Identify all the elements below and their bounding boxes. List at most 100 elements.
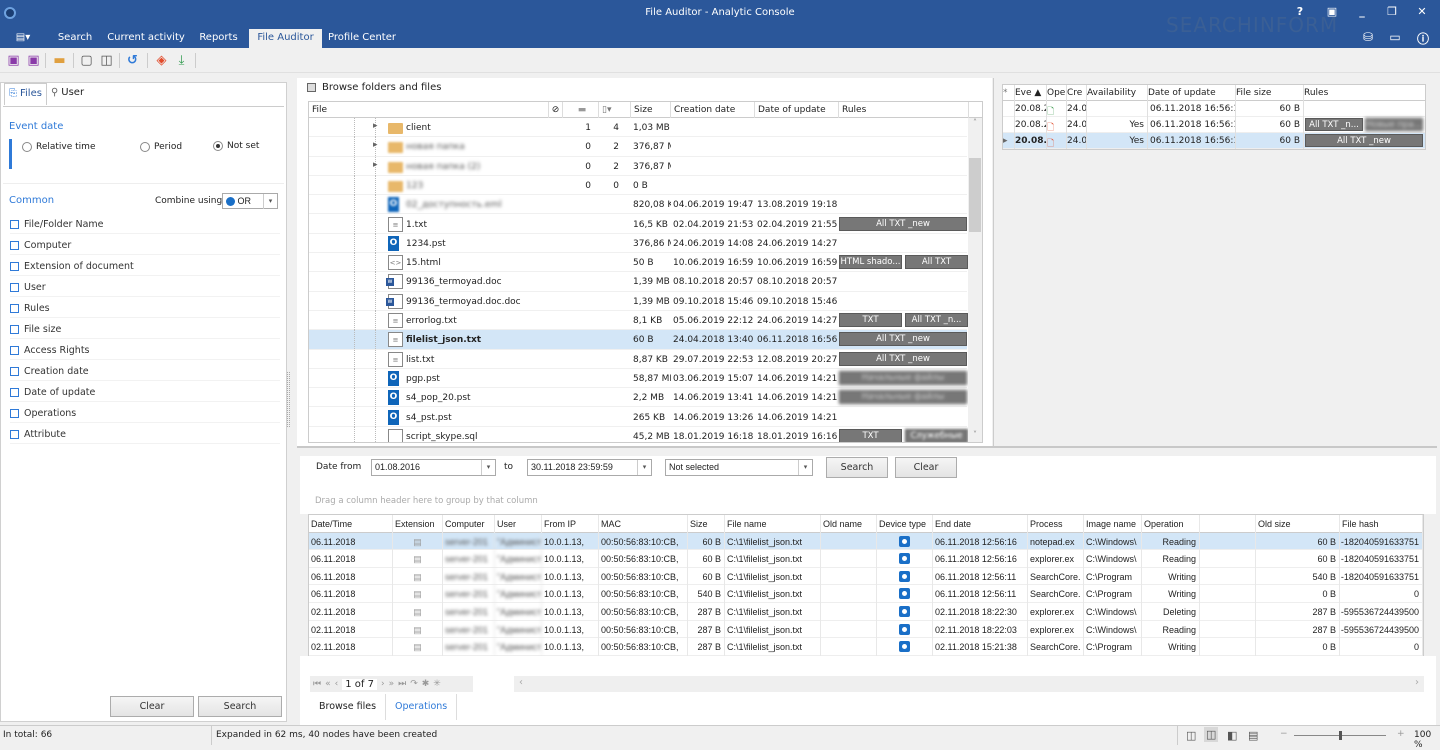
col-attr-icon[interactable]: ⊘ (549, 102, 563, 118)
checkbox[interactable] (10, 324, 19, 334)
zoom-out-button[interactable]: − (1280, 729, 1288, 739)
search-button[interactable]: Search (198, 696, 282, 717)
file-row[interactable]: O 1234.pst 376,86 M 24.06.2019 14:08 24.06.2… (309, 233, 967, 254)
file-row[interactable]: Os4_pst.pst 265 KB 14.06.2019 13:26 14.06.2… (309, 407, 967, 427)
tab-reports[interactable]: Reports (188, 29, 249, 48)
checkbox[interactable] (10, 261, 19, 271)
file-row[interactable]: ▸ новая папка (2) 0 2 376,87 M (309, 156, 967, 176)
chevron-down-icon[interactable]: ▾ (637, 460, 651, 475)
date-from-input[interactable]: 01.08.2016 ▾ (371, 459, 496, 476)
file-row[interactable]: O 02_доступность.eml 820,08 K 04.06.2019 19… (309, 195, 967, 215)
file-row[interactable]: script_skype.sql 45,2 MB 18.01.2019 16:18 1… (309, 426, 968, 442)
col-event[interactable]: Eve ▲ (1015, 85, 1047, 101)
zoom-slider[interactable] (1294, 731, 1386, 740)
scroll-up-icon[interactable]: ˄ (968, 118, 982, 130)
col-files-icon[interactable]: ▯▾ (599, 102, 631, 118)
database-icon[interactable]: ⛁ (1360, 30, 1376, 44)
zoom-in-button[interactable]: + (1397, 729, 1405, 739)
checkbox[interactable] (10, 366, 19, 376)
splitter-handle[interactable] (287, 372, 290, 427)
vertical-scrollbar[interactable]: ˄ ˅ (968, 118, 982, 442)
col-mac[interactable]: MAC (599, 515, 688, 533)
tab-browse-files[interactable]: Browse files (310, 694, 387, 720)
criterion-attribute[interactable]: Attribute (10, 425, 280, 444)
help-button[interactable]: ? (1291, 5, 1309, 18)
restore-button[interactable]: ❐ (1383, 5, 1401, 18)
col-availability[interactable]: Availability (1087, 85, 1148, 101)
tab-file-auditor[interactable]: File Auditor (249, 29, 322, 48)
map-location-icon[interactable]: ◫ (98, 52, 115, 69)
next-page-icon[interactable]: › (381, 679, 385, 689)
tab-user[interactable]: ⚲ User (47, 83, 88, 105)
operation-row[interactable]: 02.11.2018▤server-201"Администратор"10.0… (309, 620, 1423, 639)
file-row[interactable]: ≡ errorlog.txt 8,1 KB 05.06.2019 22:12 24.06… (309, 311, 968, 331)
refresh-page-icon[interactable]: ↷ (410, 679, 418, 689)
save-icon[interactable]: ▣ (5, 52, 22, 69)
layout-view-2-icon[interactable]: ◫ (1204, 727, 1219, 742)
col-file-size[interactable]: File size (1236, 85, 1304, 101)
col-star[interactable]: * (1003, 85, 1015, 101)
open-folder-icon[interactable]: ▬ (51, 52, 68, 69)
checkbox[interactable] (10, 429, 19, 439)
col-date-of-update[interactable]: Date of update (1148, 85, 1236, 101)
checkbox[interactable] (10, 387, 19, 397)
scroll-left-icon[interactable]: ‹ (519, 677, 523, 688)
tab-operations[interactable]: Operations (386, 694, 458, 720)
col-operation[interactable]: Operation (1142, 515, 1200, 533)
layout-view-4-icon[interactable]: ▤ (1248, 729, 1258, 742)
version-row[interactable]: ▸20.08.2🗋24.0Yes06.11.2018 16:56:1160 BA… (1003, 133, 1425, 149)
col-end-date[interactable]: End date (933, 515, 1028, 533)
download-icon[interactable]: ⤓ (173, 52, 190, 69)
criterion-extension-of-document[interactable]: Extension of document (10, 257, 280, 276)
operation-row[interactable]: 06.11.2018▤server-201"Администратор"10.0… (309, 532, 1423, 551)
col-device-type[interactable]: Device type (877, 515, 933, 533)
col-date-time[interactable]: Date/Time (309, 515, 393, 533)
scroll-down-icon[interactable]: ˅ (968, 430, 982, 442)
col-rules[interactable]: Rules (839, 102, 969, 118)
layout-view-3-icon[interactable]: ◧ (1227, 729, 1237, 742)
version-row[interactable]: 20.08.2 🗋 24.0 Yes 06.11.2018 16:56:11 60 B Al… (1003, 117, 1425, 133)
find-computer-icon[interactable]: ▢ (78, 52, 95, 69)
col-size[interactable]: Size (631, 102, 671, 118)
scroll-thumb[interactable] (969, 158, 981, 232)
file-row[interactable]: 123 0 0 0 B (309, 175, 967, 196)
first-page-icon[interactable]: ⏮ (313, 679, 321, 689)
prev-page-icon[interactable]: ‹ (335, 679, 339, 689)
file-row[interactable]: ▸ client 1 4 1,03 MB (309, 118, 967, 138)
col-file[interactable]: File (309, 102, 549, 118)
ops-clear-button[interactable]: Clear (895, 457, 957, 478)
prev-page-fast-icon[interactable]: « (325, 679, 331, 689)
file-row[interactable]: <> 15.html 50 B 10.06.2019 16:59 10.06.2019 … (309, 253, 968, 273)
operation-row[interactable]: 06.11.2018▤server-201"Администратор"10.0… (309, 567, 1423, 586)
radio-relative-time[interactable]: Relative time (22, 142, 96, 152)
checkbox[interactable] (10, 345, 19, 355)
layout-view-1-icon[interactable]: ◫ (1186, 729, 1196, 742)
tab-files[interactable]: ⎘ Files (4, 83, 47, 105)
horizontal-scrollbar[interactable]: ‹ › (514, 676, 1424, 692)
criterion-date-of-update[interactable]: Date of update (10, 383, 280, 402)
operation-row[interactable]: 06.11.2018▤server-201"Администратор"10.0… (309, 550, 1423, 568)
col-date-of-update[interactable]: Date of update (755, 102, 839, 118)
expand-arrow-icon[interactable]: ▸ (373, 140, 378, 150)
col-creation-date[interactable]: Creation date (671, 102, 755, 118)
zoom-slider-thumb[interactable] (1339, 731, 1342, 740)
col-process[interactable]: Process (1028, 515, 1084, 533)
save-as-icon[interactable]: ▣ (25, 52, 42, 69)
col-blank[interactable] (1200, 515, 1256, 533)
checkbox[interactable] (10, 303, 19, 313)
expand-arrow-icon[interactable]: ▸ (373, 121, 378, 131)
criterion-file-folder-name[interactable]: File/Folder Name (10, 215, 280, 234)
tab-profile-center[interactable]: Profile Center (322, 29, 402, 48)
col-folders-icon[interactable]: ▬ (563, 102, 599, 118)
col-computer[interactable]: Computer (443, 515, 495, 533)
checkbox[interactable] (10, 408, 19, 418)
info-icon[interactable]: ⓘ (1415, 30, 1431, 47)
add-icon[interactable]: ✱ (422, 679, 430, 689)
col-old-name[interactable]: Old name (821, 515, 877, 533)
radio-not-set[interactable]: Not set (213, 141, 259, 151)
remove-icon[interactable]: ✳ (433, 679, 441, 689)
criterion-creation-date[interactable]: Creation date (10, 362, 280, 381)
tag-icon[interactable]: ◈ (153, 52, 170, 69)
clear-button[interactable]: Clear (110, 696, 194, 717)
screen-button[interactable]: ▣ (1323, 5, 1341, 18)
